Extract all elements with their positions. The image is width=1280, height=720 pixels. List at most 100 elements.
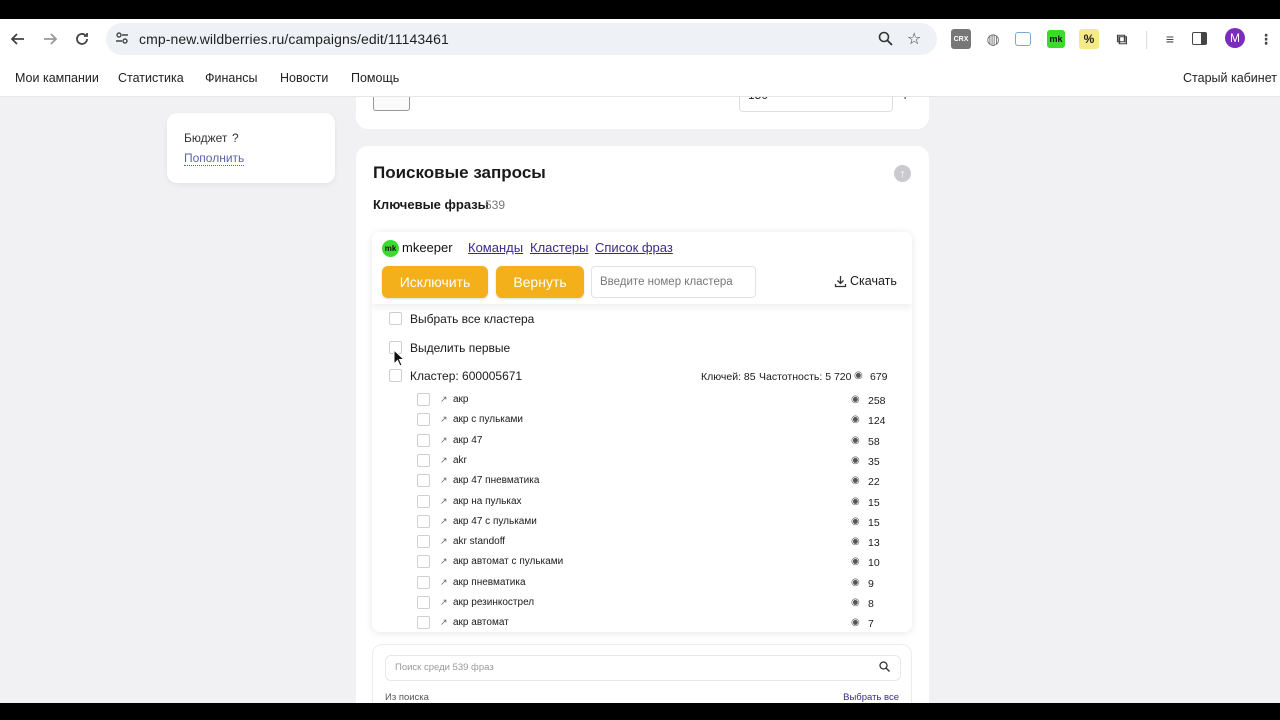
nav-news[interactable]: Новости <box>280 71 328 85</box>
phrase-checkbox[interactable] <box>417 535 430 549</box>
nav-my-campaigns[interactable]: Мои кампании <box>15 71 99 85</box>
nav-statistics[interactable]: Статистика <box>118 71 184 85</box>
phrase-views: 258 <box>868 395 886 407</box>
phrase-checkbox[interactable] <box>417 616 430 630</box>
budget-help-icon[interactable]: ? <box>232 131 239 145</box>
select-all-checkbox[interactable] <box>389 312 402 325</box>
external-link-icon[interactable]: ↗ <box>440 516 448 527</box>
phrase-checkbox[interactable] <box>417 474 430 488</box>
product-thumbnail <box>373 97 410 111</box>
phrase-row[interactable]: ↗ акр 47 пневматика ◉ 22 <box>372 474 912 494</box>
select-all-clusters-row[interactable]: Выбрать все кластера <box>372 312 912 332</box>
phrase-row[interactable]: ↗ akr ◉ 35 <box>372 453 912 474</box>
commands-link[interactable]: Команды <box>468 240 523 255</box>
nav-old-cabinet[interactable]: Старый кабинет <box>1183 71 1277 85</box>
external-link-icon[interactable]: ↗ <box>440 475 448 486</box>
phrase-checkbox[interactable] <box>417 393 430 406</box>
external-link-icon[interactable]: ↗ <box>440 496 448 507</box>
phrase-row[interactable]: ↗ акр пневматика ◉ 9 <box>372 575 912 596</box>
phrase-text: акр <box>453 394 469 405</box>
budget-card: Бюджет ? Пополнить <box>167 113 335 183</box>
cluster-checkbox[interactable] <box>389 369 402 382</box>
plus-icon[interactable]: + <box>901 97 909 103</box>
external-link-icon[interactable]: ↗ <box>440 414 448 425</box>
phrase-views: 58 <box>868 435 880 448</box>
reading-list-icon[interactable]: ≡ <box>1160 29 1180 49</box>
cluster-number-input[interactable]: Введите номер кластера <box>591 266 756 298</box>
phrase-checkbox[interactable] <box>417 433 430 447</box>
views-eye-icon: ◉ <box>851 576 860 588</box>
collapse-up-icon[interactable]: ↑ <box>894 165 911 182</box>
globe-extension-icon[interactable]: ◍ <box>983 29 1003 49</box>
phrase-checkbox[interactable] <box>417 555 430 569</box>
clusters-link[interactable]: Кластеры <box>530 240 589 255</box>
phrase-text: акр резинкострел <box>453 597 535 608</box>
screen-bottom-border <box>0 703 1280 720</box>
bid-input[interactable]: 150 <box>739 97 893 112</box>
external-link-icon[interactable]: ↗ <box>440 556 448 567</box>
external-link-icon[interactable]: ↗ <box>440 536 448 547</box>
external-link-icon[interactable]: ↗ <box>440 455 448 466</box>
crx-extension-icon[interactable]: CRX <box>951 29 971 49</box>
external-link-icon[interactable]: ↗ <box>440 394 448 405</box>
phrase-views: 35 <box>868 455 880 468</box>
select-all-label: Выбрать все кластера <box>410 312 535 326</box>
exclude-button[interactable]: Исключить <box>382 266 488 298</box>
forward-icon[interactable] <box>38 27 62 51</box>
percent-extension-icon[interactable]: % <box>1079 29 1099 49</box>
from-search-label: Из поиска <box>385 692 429 703</box>
nav-help[interactable]: Помощь <box>351 71 399 85</box>
phrase-text: акр 47 с пульками <box>453 515 537 527</box>
return-button[interactable]: Вернуть <box>496 266 584 298</box>
phrase-row[interactable]: ↗ акр 47 с пульками ◉ 15 <box>372 514 912 535</box>
side-panel-icon[interactable] <box>1192 32 1207 45</box>
phrase-checkbox[interactable] <box>417 596 430 609</box>
back-icon[interactable] <box>6 27 30 51</box>
phrase-list-link[interactable]: Список фраз <box>595 240 673 255</box>
phrase-search-input[interactable]: Поиск среди 539 фраз <box>385 655 901 681</box>
browser-toolbar: cmp-new.wildberries.ru/campaigns/edit/11… <box>0 19 1280 59</box>
more-menu-icon[interactable]: ⋮ <box>1256 29 1276 49</box>
views-eye-icon: ◉ <box>854 370 863 381</box>
select-all-link[interactable]: Выбрать все <box>843 692 899 703</box>
cluster-frequency: Частотность: 5 720 <box>759 371 852 383</box>
external-link-icon[interactable]: ↗ <box>440 577 448 588</box>
phrase-checkbox[interactable] <box>417 575 430 589</box>
bookmark-star-icon[interactable]: ☆ <box>907 29 921 49</box>
phrase-row[interactable]: ↗ акр 47 ◉ 58 <box>372 433 912 454</box>
sidepanel-extension-icon[interactable] <box>1015 32 1031 46</box>
external-link-icon[interactable]: ↗ <box>440 597 448 608</box>
zoom-icon[interactable] <box>878 31 893 51</box>
reload-icon[interactable] <box>70 27 94 51</box>
phrase-checkbox[interactable] <box>417 453 430 467</box>
mkeeper-extension-icon[interactable]: mk <box>1047 30 1065 48</box>
phrase-row[interactable]: ↗ акр автомат ◉ 7 <box>372 616 912 632</box>
phrase-row[interactable]: ↗ акр резинкострел ◉ 8 <box>372 596 912 616</box>
address-bar[interactable]: cmp-new.wildberries.ru/campaigns/edit/11… <box>106 23 937 55</box>
external-link-icon[interactable]: ↗ <box>440 617 448 628</box>
select-first-row[interactable]: Выделить первые <box>372 341 912 361</box>
site-settings-icon[interactable] <box>115 31 129 50</box>
phrase-row[interactable]: ↗ акр ◉ 258 <box>372 393 912 413</box>
views-eye-icon: ◉ <box>851 434 860 446</box>
phrase-checkbox[interactable] <box>417 413 430 427</box>
phrase-row[interactable]: ↗ akr standoff ◉ 13 <box>372 535 912 555</box>
mkeeper-toolbar: mk mkeeper Команды Кластеры Список фраз … <box>372 232 912 304</box>
profile-avatar[interactable]: M <box>1225 28 1245 48</box>
nav-finances[interactable]: Финансы <box>205 71 257 85</box>
cluster-row[interactable]: Кластер: 600005671 Ключей: 85 Частотност… <box>372 369 912 389</box>
phrase-views: 7 <box>868 618 874 631</box>
external-link-icon[interactable]: ↗ <box>440 435 448 446</box>
phrase-row[interactable]: ↗ акр автомат с пульками ◉ 10 <box>372 555 912 575</box>
download-link[interactable]: Скачать <box>850 274 897 288</box>
download-icon <box>834 275 847 293</box>
search-icon[interactable] <box>879 661 890 675</box>
site-header: Мои кампании Статистика Финансы Новости … <box>0 59 1280 97</box>
phrase-row[interactable]: ↗ акр с пульками ◉ 124 <box>372 413 912 433</box>
url-text[interactable]: cmp-new.wildberries.ru/campaigns/edit/11… <box>139 31 449 47</box>
phrase-checkbox[interactable] <box>417 514 430 528</box>
top-up-link[interactable]: Пополнить <box>184 151 245 166</box>
puzzle-icon[interactable]: ⧉ <box>1112 29 1132 49</box>
phrase-checkbox[interactable] <box>417 494 430 508</box>
phrase-row[interactable]: ↗ акр на пульках ◉ 15 <box>372 494 912 515</box>
